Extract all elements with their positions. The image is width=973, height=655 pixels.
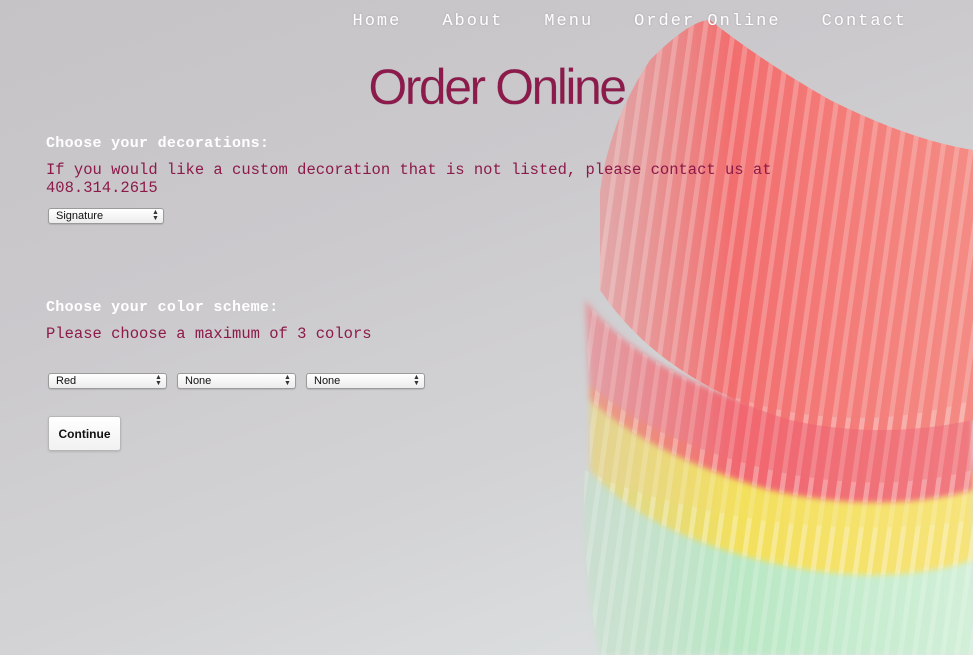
page-title: Order Online [368,59,627,115]
nav-menu-link[interactable]: Menu [544,12,593,31]
select-arrows-icon: ▲ ▼ [155,374,162,387]
color-scheme-heading: Choose your color scheme: [46,299,279,316]
select-arrows-icon: ▲ ▼ [152,209,159,222]
color-select-2-value: None [185,375,212,387]
nav-about-link[interactable]: About [442,12,503,31]
decorations-note: If you would like a custom decoration th… [46,161,772,197]
nav-contact-link[interactable]: Contact [822,12,907,31]
color-select-3-value: None [314,375,341,387]
color-select-3[interactable]: None ▲ ▼ [306,373,425,389]
color-select-2[interactable]: None ▲ ▼ [177,373,296,389]
decorations-heading: Choose your decorations: [46,135,270,152]
main-nav: Home About Menu Order Online Contact [353,12,907,31]
color-scheme-note: Please choose a maximum of 3 colors [46,325,372,343]
color-select-1[interactable]: Red ▲ ▼ [48,373,167,389]
continue-button[interactable]: Continue [48,416,121,451]
nav-order-online-link[interactable]: Order Online [634,12,780,31]
select-arrows-icon: ▲ ▼ [413,374,420,387]
select-arrows-icon: ▲ ▼ [284,374,291,387]
color-select-1-value: Red [56,375,77,387]
nav-home-link[interactable]: Home [353,12,402,31]
decoration-select[interactable]: Signature ▲ ▼ [48,208,164,224]
decoration-select-value: Signature [56,210,104,222]
